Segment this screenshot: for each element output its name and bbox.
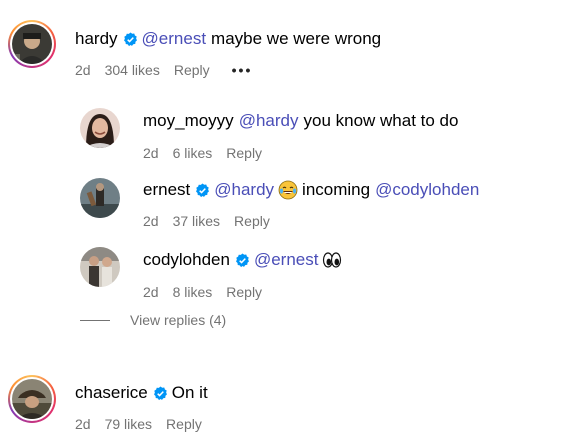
- avatar[interactable]: [80, 178, 120, 218]
- comment-age: 2d: [75, 62, 91, 78]
- reply-button[interactable]: Reply: [226, 144, 262, 162]
- verified-badge-icon: [195, 182, 210, 198]
- reply-button[interactable]: Reply: [174, 61, 210, 79]
- username[interactable]: codylohden: [143, 249, 230, 271]
- mention[interactable]: @codylohden: [375, 179, 479, 201]
- reply-button[interactable]: Reply: [226, 283, 262, 301]
- likes-count[interactable]: 8 likes: [173, 283, 213, 301]
- comment-age: 2d: [143, 213, 159, 229]
- avatar[interactable]: [12, 24, 52, 64]
- likes-count[interactable]: 79 likes: [105, 415, 152, 433]
- tears-of-joy-emoji-icon: [278, 180, 298, 200]
- comment-age: 2d: [75, 416, 91, 432]
- comment-text: you know what to do: [303, 111, 459, 130]
- view-replies-label: View replies (4): [130, 312, 227, 328]
- username[interactable]: chaserice: [75, 382, 148, 404]
- avatar[interactable]: [80, 108, 120, 148]
- likes-count[interactable]: 6 likes: [173, 144, 213, 162]
- comment-text: maybe we were wrong: [211, 29, 382, 48]
- comment-age: 2d: [143, 284, 159, 300]
- divider-line: [80, 319, 110, 321]
- username[interactable]: hardy: [75, 28, 118, 50]
- username[interactable]: moy_moyyy: [143, 110, 234, 132]
- comment-text: On it: [171, 383, 208, 402]
- verified-badge-icon: [235, 252, 250, 268]
- mention[interactable]: @hardy: [214, 179, 274, 201]
- story-ring[interactable]: [8, 20, 56, 68]
- avatar[interactable]: [12, 379, 52, 419]
- avatar[interactable]: [80, 247, 120, 287]
- mention[interactable]: @hardy: [239, 110, 299, 132]
- story-ring[interactable]: [8, 375, 56, 423]
- comment-text: incoming: [302, 180, 371, 199]
- likes-count[interactable]: 304 likes: [105, 61, 160, 79]
- username[interactable]: ernest: [143, 179, 190, 201]
- view-replies-button[interactable]: View replies (4): [80, 312, 226, 328]
- likes-count[interactable]: 37 likes: [173, 212, 220, 230]
- verified-badge-icon: [123, 31, 138, 47]
- comment-age: 2d: [143, 145, 159, 161]
- mention[interactable]: @ernest: [254, 249, 319, 271]
- reply-button[interactable]: Reply: [166, 415, 202, 433]
- reply-button[interactable]: Reply: [234, 212, 270, 230]
- eyes-emoji-icon: [322, 250, 342, 270]
- verified-badge-icon: [153, 385, 168, 401]
- mention[interactable]: @ernest: [142, 28, 207, 50]
- more-options-icon[interactable]: •••: [232, 61, 253, 79]
